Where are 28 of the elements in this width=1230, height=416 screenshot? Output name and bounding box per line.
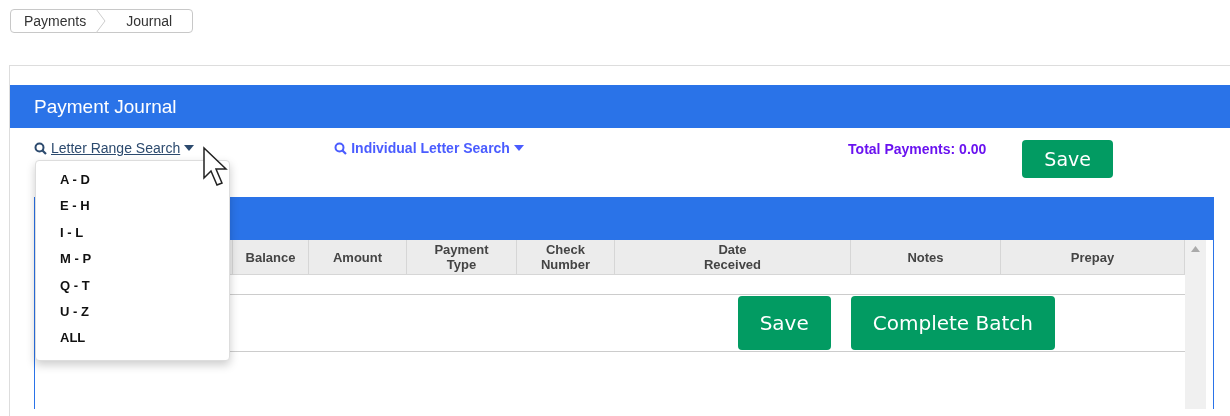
menu-item[interactable]: M - P <box>36 246 229 273</box>
menu-item[interactable]: A - D <box>36 167 229 194</box>
panel-title: Payment Journal <box>10 85 1230 128</box>
search-icon <box>34 141 47 155</box>
column-header: Payment Type <box>407 240 517 275</box>
column-header: Notes <box>851 240 1001 275</box>
total-payments: Total Payments: 0.00 <box>848 141 987 157</box>
individual-letter-search-link[interactable]: Individual Letter Search <box>334 140 524 156</box>
caret-icon <box>184 145 195 151</box>
column-header: Check Number <box>517 240 615 275</box>
menu-item[interactable]: I - L <box>36 219 229 247</box>
caret-icon <box>513 145 524 151</box>
column-header: Amount <box>309 240 407 275</box>
breadcrumb-item[interactable]: Journal <box>100 10 193 32</box>
search-icon <box>334 141 348 155</box>
scroll-up-icon[interactable] <box>1191 246 1200 252</box>
menu-item[interactable]: Q - T <box>36 272 229 300</box>
column-header: Date Received <box>615 240 851 275</box>
save-button[interactable]: Save <box>737 296 831 350</box>
column-header: Balance <box>233 240 309 275</box>
complete-batch-button[interactable]: Complete Batch <box>850 296 1055 350</box>
letter-range-search-link[interactable]: Letter Range Search <box>34 140 195 156</box>
menu-item[interactable]: U - Z <box>36 299 229 326</box>
breadcrumb-item[interactable]: Payments <box>11 10 101 32</box>
menu-item[interactable]: E - H <box>36 193 229 220</box>
menu-item[interactable]: ALL <box>36 325 229 352</box>
column-header: Prepay <box>1001 240 1185 275</box>
save-button[interactable]: Save <box>1022 140 1113 178</box>
